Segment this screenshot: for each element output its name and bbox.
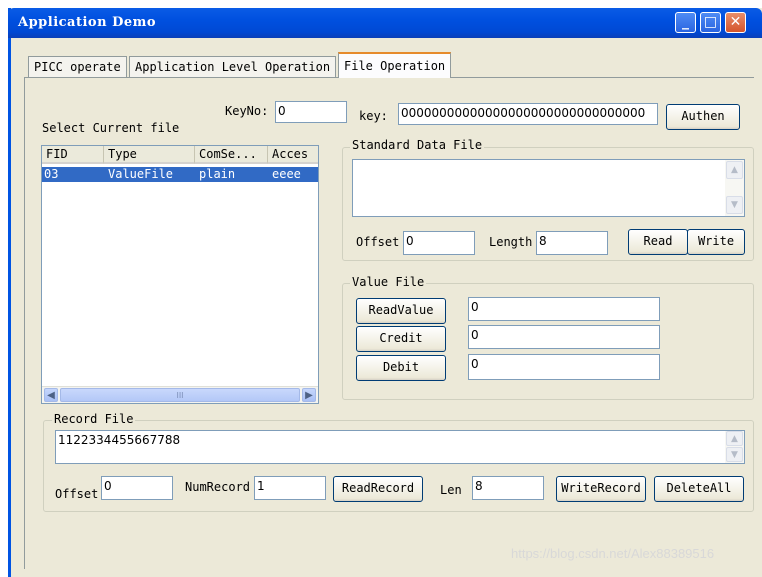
minimize-button[interactable]: _ (675, 12, 696, 33)
write-button[interactable]: Write (687, 229, 745, 255)
read-button[interactable]: Read (628, 229, 688, 255)
scroll-up-button[interactable]: ▲ (726, 431, 743, 446)
record-offset-label: Offset (55, 487, 99, 501)
len-input[interactable]: 8 (472, 476, 544, 500)
keyno-input[interactable]: 0 (275, 101, 347, 123)
value-file-title: Value File (350, 275, 427, 289)
credit-button[interactable]: Credit (356, 326, 446, 352)
std-offset-input[interactable]: 0 (403, 231, 475, 255)
tab-file-operation[interactable]: File Operation (338, 52, 452, 78)
tab-application-level-operation[interactable]: Application Level Operation (129, 56, 337, 77)
scroll-up-button[interactable]: ▲ (726, 161, 743, 179)
maximize-button[interactable]: □ (700, 12, 721, 33)
file-list[interactable]: FID Type ComSe... Acces 03 ValueFile pla… (41, 145, 319, 404)
scroll-left-button[interactable]: ◀ (44, 388, 58, 402)
authen-button[interactable]: Authen (666, 104, 740, 130)
std-length-label: Length (489, 235, 533, 249)
scroll-grip: III (176, 391, 184, 400)
keyno-label: KeyNo: (225, 104, 269, 118)
writerecord-button[interactable]: WriteRecord (556, 476, 646, 502)
scroll-thumb[interactable]: III (60, 388, 300, 402)
column-header-access[interactable]: Acces (268, 146, 318, 164)
debit-input[interactable]: 0 (468, 354, 660, 380)
cell-fid: 03 (44, 167, 59, 181)
standard-data-scrollbar[interactable]: ▲ ▼ (725, 160, 744, 216)
readvalue-input[interactable]: 0 (468, 297, 660, 321)
key-input[interactable]: 00000000000000000000000000000000 (398, 103, 658, 125)
readvalue-button[interactable]: ReadValue (356, 298, 446, 324)
cell-access: eeee (272, 167, 301, 181)
standard-data-file-title: Standard Data File (350, 138, 485, 152)
record-textarea[interactable]: 1122334455667788 (55, 430, 745, 464)
minimize-icon: _ (682, 14, 689, 30)
window-title: Application Demo (18, 15, 157, 30)
record-scrollbar[interactable]: ▲ ▼ (725, 431, 744, 463)
tab-picc-operate[interactable]: PICC operate (28, 56, 127, 77)
horizontal-scrollbar[interactable]: ◀ III ▶ (42, 386, 318, 403)
column-header-comset[interactable]: ComSe... (195, 146, 268, 164)
credit-input[interactable]: 0 (468, 325, 660, 349)
cell-type: ValueFile (108, 167, 174, 181)
scroll-down-button[interactable]: ▼ (726, 447, 743, 462)
column-header-type[interactable]: Type (104, 146, 195, 164)
readrecord-button[interactable]: ReadRecord (333, 476, 423, 502)
cell-comset: plain (199, 167, 236, 181)
deleteall-button[interactable]: DeleteAll (654, 476, 744, 502)
scroll-right-button[interactable]: ▶ (302, 388, 316, 402)
key-label: key: (359, 109, 388, 123)
record-file-title: Record File (52, 412, 136, 426)
close-icon: ✕ (729, 14, 742, 30)
std-length-input[interactable]: 8 (536, 231, 608, 255)
numrecord-input[interactable]: 1 (254, 476, 326, 500)
select-current-file-label: Select Current file (42, 121, 180, 135)
standard-data-textarea[interactable] (352, 159, 745, 217)
watermark-text: https://blog.csdn.net/Alex88389516 (511, 546, 715, 561)
scroll-down-button[interactable]: ▼ (726, 196, 743, 214)
column-header-fid[interactable]: FID (42, 146, 104, 164)
debit-button[interactable]: Debit (356, 355, 446, 381)
maximize-icon: □ (703, 14, 718, 30)
numrecord-label: NumRecord (185, 480, 251, 494)
table-row[interactable]: 03 ValueFile plain eeee (42, 167, 318, 182)
record-offset-input[interactable]: 0 (101, 476, 173, 500)
close-button[interactable]: ✕ (725, 12, 746, 33)
std-offset-label: Offset (356, 235, 400, 249)
len-label: Len (440, 483, 462, 497)
